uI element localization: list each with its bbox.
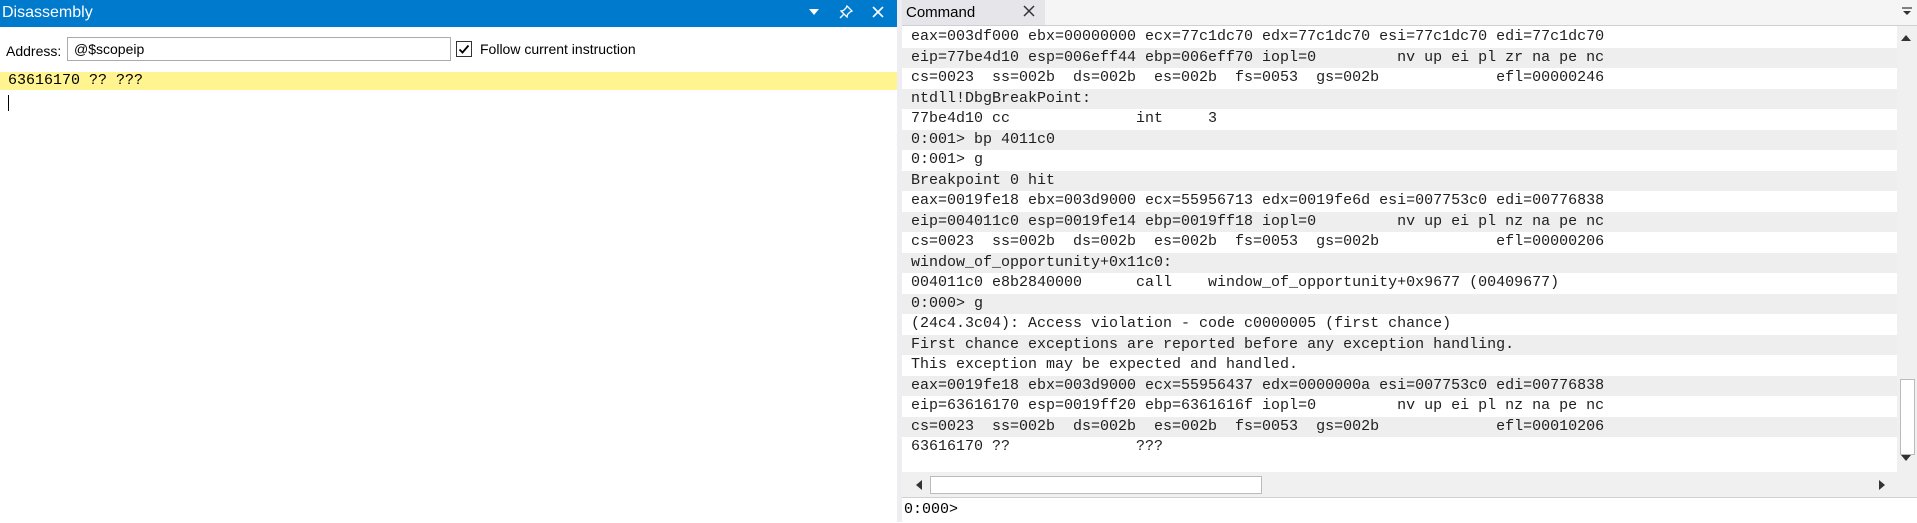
command-output-line: Breakpoint 0 hit bbox=[902, 170, 1897, 191]
command-output-text: eip=77be4d10 esp=006eff44 ebp=006eff70 i… bbox=[911, 48, 1605, 66]
address-label: Address: bbox=[6, 43, 62, 59]
command-output-line: window_of_opportunity+0x11c0: bbox=[902, 252, 1897, 273]
command-output-text: window_of_opportunity+0x11c0: bbox=[911, 253, 1173, 271]
disassembly-title: Disassembly bbox=[2, 4, 93, 21]
disassembly-pane: Disassembly Address: @$scopeip Follow cu… bbox=[0, 0, 897, 522]
command-output-line: 004011c0 e8b2840000 call window_of_oppor… bbox=[902, 273, 1897, 294]
chevron-down-icon[interactable] bbox=[1901, 4, 1913, 22]
command-output-text: 004011c0 e8b2840000 call window_of_oppor… bbox=[911, 274, 1560, 291]
pin-icon[interactable] bbox=[837, 3, 855, 21]
command-output[interactable]: eax=003df000 ebx=00000000 ecx=77c1dc70 e… bbox=[902, 26, 1897, 472]
follow-label: Follow current instruction bbox=[480, 41, 636, 57]
command-output-text: Breakpoint 0 hit bbox=[911, 171, 1056, 189]
command-output-line: This exception may be expected and handl… bbox=[902, 355, 1897, 376]
horizontal-scroll-thumb[interactable] bbox=[930, 476, 1262, 494]
disassembly-title-bar: Disassembly bbox=[0, 0, 897, 27]
address-row: Address: @$scopeip Follow current instru… bbox=[0, 35, 897, 65]
close-icon[interactable] bbox=[869, 3, 887, 21]
command-output-line: 63616170 ?? ??? bbox=[902, 437, 1897, 458]
command-output-text: This exception may be expected and handl… bbox=[911, 356, 1299, 373]
command-output-text: (24c4.3c04): Access violation - code c00… bbox=[911, 315, 1452, 332]
tab-command[interactable]: Command bbox=[902, 0, 1045, 25]
current-instruction-text: 63616170 ?? ??? bbox=[8, 72, 144, 89]
command-output-line: eip=004011c0 esp=0019fe14 ebp=0019ff18 i… bbox=[902, 211, 1897, 232]
chevron-down-icon[interactable] bbox=[805, 3, 823, 21]
follow-checkbox[interactable] bbox=[456, 41, 472, 57]
command-output-text: cs=0023 ss=002b ds=002b es=002b fs=0053 … bbox=[911, 417, 1605, 435]
command-output-line: eip=63616170 esp=0019ff20 ebp=6361616f i… bbox=[902, 396, 1897, 417]
arrow-left-icon[interactable] bbox=[914, 478, 924, 496]
command-input-row: 0:000> bbox=[902, 497, 1917, 523]
command-output-line: ntdll!DbgBreakPoint: bbox=[902, 88, 1897, 109]
command-output-text: First chance exceptions are reported bef… bbox=[911, 335, 1515, 353]
command-output-text: eax=0019fe18 ebx=003d9000 ecx=55956437 e… bbox=[911, 376, 1605, 394]
arrow-up-icon[interactable] bbox=[1900, 30, 1912, 48]
arrow-down-icon[interactable] bbox=[1900, 450, 1912, 468]
command-output-line: eax=0019fe18 ebx=003d9000 ecx=55956437 e… bbox=[902, 375, 1897, 396]
command-tab-label: Command bbox=[906, 4, 976, 21]
command-pane: Command eax=003df000 ebx=00000000 ecx=77… bbox=[902, 0, 1917, 523]
command-prompt: 0:000> bbox=[904, 501, 959, 518]
command-output-text: eax=003df000 ebx=00000000 ecx=77c1dc70 e… bbox=[911, 28, 1605, 45]
command-input[interactable] bbox=[967, 500, 1901, 522]
command-tabstrip: Command bbox=[902, 0, 1917, 26]
command-output-line: cs=0023 ss=002b ds=002b es=002b fs=0053 … bbox=[902, 68, 1897, 89]
vertical-scrollbar[interactable] bbox=[1897, 26, 1917, 472]
command-output-line: eax=003df000 ebx=00000000 ecx=77c1dc70 e… bbox=[902, 27, 1897, 48]
arrow-right-icon[interactable] bbox=[1877, 478, 1887, 496]
command-output-line: 0:001> bp 4011c0 bbox=[902, 129, 1897, 150]
command-output-text: 63616170 ?? ??? bbox=[911, 438, 1164, 455]
command-output-text: cs=0023 ss=002b ds=002b es=002b fs=0053 … bbox=[911, 69, 1605, 86]
command-output-text: 0:000> g bbox=[911, 294, 984, 312]
command-output-text: eax=0019fe18 ebx=003d9000 ecx=55956713 e… bbox=[911, 192, 1605, 209]
command-output-line: eip=77be4d10 esp=006eff44 ebp=006eff70 i… bbox=[902, 47, 1897, 68]
address-input[interactable]: @$scopeip bbox=[67, 37, 451, 61]
command-output-line: 77be4d10 cc int 3 bbox=[902, 109, 1897, 130]
current-instruction-line[interactable]: 63616170 ?? ??? bbox=[0, 72, 897, 90]
command-output-line: 0:000> g bbox=[902, 293, 1897, 314]
command-output-text: 77be4d10 cc int 3 bbox=[911, 110, 1218, 127]
command-output-line: cs=0023 ss=002b ds=002b es=002b fs=0053 … bbox=[902, 416, 1897, 437]
command-output-text: 0:001> g bbox=[911, 151, 984, 168]
text-caret bbox=[8, 95, 9, 111]
check-icon bbox=[458, 44, 470, 54]
command-output-line: eax=0019fe18 ebx=003d9000 ecx=55956713 e… bbox=[902, 191, 1897, 212]
vertical-scroll-thumb[interactable] bbox=[1900, 379, 1915, 455]
command-output-text: cs=0023 ss=002b ds=002b es=002b fs=0053 … bbox=[911, 233, 1605, 250]
command-output-text: eip=004011c0 esp=0019fe14 ebp=0019ff18 i… bbox=[911, 212, 1605, 230]
command-output-line: First chance exceptions are reported bef… bbox=[902, 334, 1897, 355]
horizontal-scrollbar[interactable] bbox=[902, 472, 1917, 497]
follow-current-instruction[interactable]: Follow current instruction bbox=[456, 41, 636, 57]
close-icon[interactable] bbox=[1023, 4, 1035, 22]
command-output-text: eip=63616170 esp=0019ff20 ebp=6361616f i… bbox=[911, 397, 1605, 414]
command-output-text: ntdll!DbgBreakPoint: bbox=[911, 89, 1092, 107]
command-output-line: 0:001> g bbox=[902, 150, 1897, 171]
disassembly-title-icons bbox=[805, 3, 887, 21]
command-output-line: (24c4.3c04): Access violation - code c00… bbox=[902, 314, 1897, 335]
command-output-line: cs=0023 ss=002b ds=002b es=002b fs=0053 … bbox=[902, 232, 1897, 253]
command-output-text: 0:001> bp 4011c0 bbox=[911, 130, 1056, 148]
